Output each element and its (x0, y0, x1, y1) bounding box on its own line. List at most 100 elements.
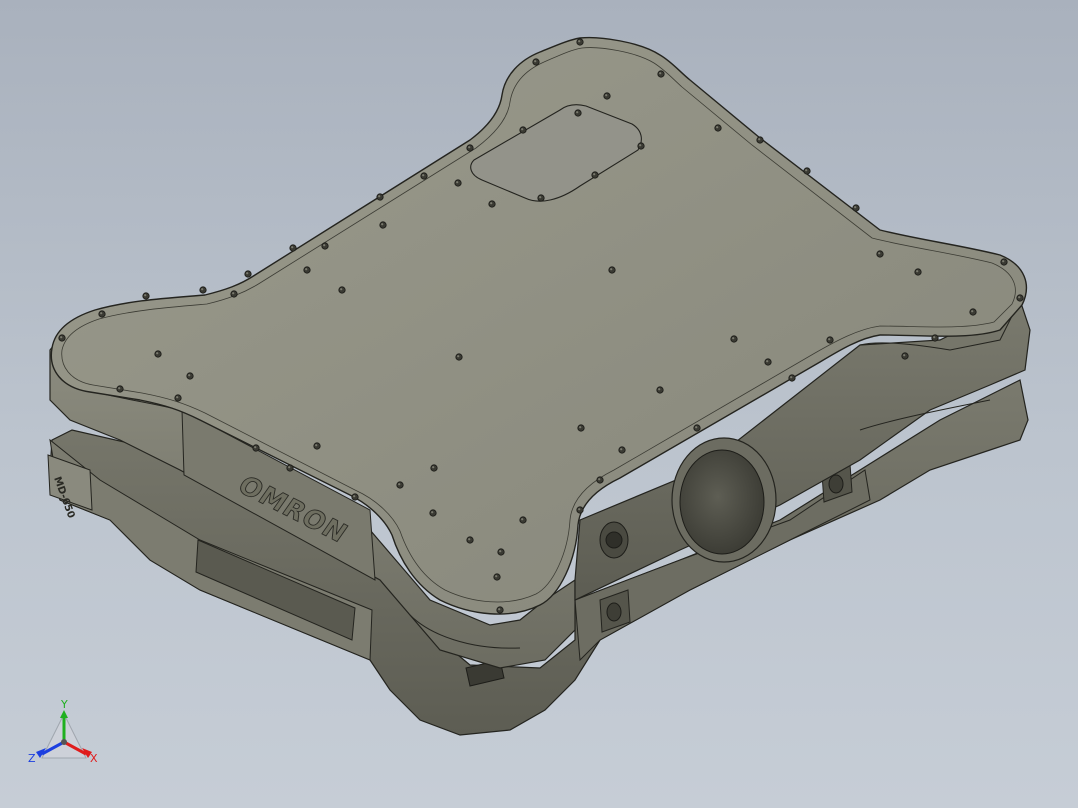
screw-highlight (1018, 296, 1021, 299)
screw-highlight (658, 388, 661, 391)
screw-head (576, 506, 584, 514)
screw-head (98, 310, 106, 318)
screw-head (788, 374, 796, 382)
screw-highlight (732, 337, 735, 340)
screw-head (252, 444, 260, 452)
screw-highlight (805, 169, 808, 172)
screw-highlight (456, 181, 459, 184)
screw-head (454, 179, 462, 187)
screw-head (466, 536, 474, 544)
screw-highlight (398, 483, 401, 486)
screw-head (497, 548, 505, 556)
screw-head (455, 353, 463, 361)
screw-highlight (315, 444, 318, 447)
screw-highlight (431, 511, 434, 514)
screw-head (142, 292, 150, 300)
screw-head (496, 606, 504, 614)
screw-highlight (521, 128, 524, 131)
screw-highlight (201, 288, 204, 291)
screw-highlight (246, 272, 249, 275)
screw-highlight (790, 376, 793, 379)
screw-highlight (353, 495, 356, 498)
screw-head (591, 171, 599, 179)
screw-highlight (639, 144, 642, 147)
screw-highlight (490, 202, 493, 205)
screw-highlight (144, 294, 147, 297)
screw-head (519, 516, 527, 524)
screw-head (303, 266, 311, 274)
screw-highlight (291, 246, 294, 249)
screw-head (876, 250, 884, 258)
x-axis-label: X (90, 752, 98, 765)
z-axis-label: Z (28, 752, 36, 765)
screw-highlight (971, 310, 974, 313)
screw-head (379, 221, 387, 229)
screw-highlight (378, 195, 381, 198)
screw-highlight (695, 426, 698, 429)
y-arrow-icon (60, 710, 68, 718)
screw-head (577, 424, 585, 432)
screw-highlight (854, 206, 857, 209)
screw-highlight (716, 126, 719, 129)
screw-head (637, 142, 645, 150)
screw-highlight (878, 252, 881, 255)
screw-head (852, 204, 860, 212)
screw-head (186, 372, 194, 380)
screw-highlight (659, 72, 662, 75)
screw-highlight (422, 174, 425, 177)
screw-highlight (468, 146, 471, 149)
screw-head (969, 308, 977, 316)
screw-highlight (499, 550, 502, 553)
screw-head (154, 350, 162, 358)
screw-head (396, 481, 404, 489)
screw-head (574, 109, 582, 117)
screw-head (116, 385, 124, 393)
screw-head (901, 352, 909, 360)
screw-highlight (578, 40, 581, 43)
screw-head (826, 336, 834, 344)
screw-head (608, 266, 616, 274)
screw-head (803, 167, 811, 175)
screw-head (730, 335, 738, 343)
screw-highlight (254, 446, 257, 449)
screw-head (656, 386, 664, 394)
screw-head (914, 268, 922, 276)
screw-highlight (539, 196, 542, 199)
screw-head (603, 92, 611, 100)
screw-head (756, 136, 764, 144)
screw-head (596, 476, 604, 484)
screw-head (466, 144, 474, 152)
y-axis-label: Y (60, 698, 68, 711)
screw-head (618, 446, 626, 454)
screw-highlight (534, 60, 537, 63)
screw-head (286, 464, 294, 472)
screw-head (657, 70, 665, 78)
screw-head (376, 193, 384, 201)
screw-highlight (468, 538, 471, 541)
screw-highlight (916, 270, 919, 273)
screw-head (519, 126, 527, 134)
screw-head (1000, 258, 1008, 266)
screw-highlight (758, 138, 761, 141)
screw-highlight (156, 352, 159, 355)
screw-head (693, 424, 701, 432)
screw-head (420, 172, 428, 180)
screw-highlight (232, 292, 235, 295)
screw-head (714, 124, 722, 132)
screw-head (199, 286, 207, 294)
screw-highlight (620, 448, 623, 451)
screw-highlight (521, 518, 524, 521)
screw-head (338, 286, 346, 294)
screw-highlight (578, 508, 581, 511)
screw-head (351, 493, 359, 501)
3d-viewport[interactable]: OMRON MD-650 Y X Z (0, 0, 1078, 808)
screw-head (58, 334, 66, 342)
screw-head (289, 244, 297, 252)
screw-highlight (498, 608, 501, 611)
screw-highlight (579, 426, 582, 429)
screw-head (537, 194, 545, 202)
robot-model-view[interactable]: OMRON MD-650 Y X Z (0, 0, 1078, 808)
screw-highlight (605, 94, 608, 97)
screw-highlight (60, 336, 63, 339)
screw-head (174, 394, 182, 402)
